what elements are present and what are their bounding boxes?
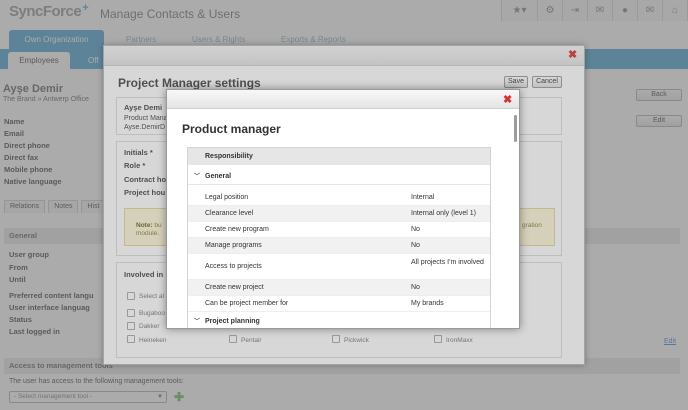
scrollbar[interactable] [514, 115, 517, 142]
group-label: Project planning [205, 318, 260, 325]
row-label: Can be project member for [205, 300, 289, 307]
row-label: Clearance level [205, 210, 254, 217]
dialog-title: Product manager [182, 122, 281, 136]
row-value: Internal only (level 1) [411, 210, 476, 217]
product-manager-dialog: ✖ Product manager Responsibility ﹀ Gener… [166, 89, 520, 329]
responsibility-table: Responsibility ﹀ General Legal position … [187, 147, 491, 328]
row-label: Manage programs [205, 242, 262, 249]
table-row: Manage programs No [188, 238, 490, 254]
table-row: Create new program No [188, 222, 490, 238]
row-value: No [411, 226, 420, 233]
row-value: All projects I'm involved [411, 259, 484, 266]
row-value: No [411, 242, 420, 249]
row-label: Legal position [205, 194, 249, 201]
group-row-general[interactable]: ﹀ General [188, 169, 490, 185]
table-header: Responsibility [188, 148, 490, 165]
group-row-project-planning[interactable]: ﹀ Project planning [188, 314, 490, 328]
group-label: General [205, 173, 232, 180]
chevron-down-icon: ﹀ [194, 174, 201, 180]
dialog-titlebar [167, 90, 519, 109]
row-value: My brands [411, 300, 444, 307]
row-label: Create new project [205, 284, 264, 291]
close-icon[interactable]: ✖ [503, 95, 512, 106]
chevron-down-icon: ﹀ [194, 319, 201, 325]
row-label: Create new program [205, 226, 269, 233]
table-row: Create new project No [188, 280, 490, 296]
row-label: Access to projects [205, 263, 262, 270]
row-value: No [411, 284, 420, 291]
table-row: Access to projects All projects I'm invo… [188, 254, 490, 280]
table-row: Legal position Internal [188, 190, 490, 206]
table-row: Clearance level Internal only (level 1) [188, 206, 490, 222]
row-value: Internal [411, 194, 435, 201]
table-row: Can be project member for My brands [188, 296, 490, 312]
